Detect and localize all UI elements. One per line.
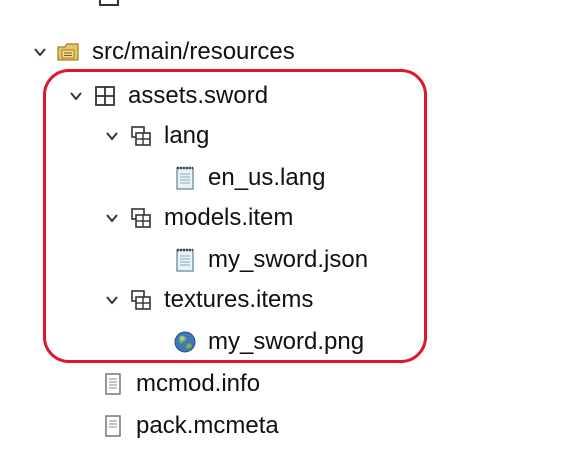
project-explorer-tree: src/main/resources assets.sword lang en_… [0, 0, 579, 458]
package-icon [92, 83, 118, 109]
chevron-down-icon[interactable] [66, 86, 86, 106]
tree-item-my-sword-json[interactable]: my_sword.json [172, 240, 368, 280]
tree-item-models-item[interactable]: models.item [102, 198, 293, 238]
source-folder-icon [56, 39, 82, 65]
tree-item-label: my_sword.json [208, 246, 369, 273]
package-icon [128, 205, 154, 231]
tree-item-label: pack.mcmeta [136, 412, 279, 439]
cut-off-row-above [0, 0, 579, 24]
tree-item-mcmod-info[interactable]: mcmod.info [100, 364, 260, 404]
tree-item-label: en_us.lang [208, 164, 326, 191]
chevron-down-icon[interactable] [102, 126, 122, 146]
tree-row-partial[interactable] [96, 0, 132, 16]
package-icon [128, 287, 154, 313]
tree-item-lang[interactable]: lang [102, 116, 209, 156]
tree-item-label: my_sword.png [208, 328, 365, 355]
text-file-icon [172, 165, 198, 191]
tree-item-label: assets.sword [128, 82, 269, 109]
tree-item-label: models.item [164, 204, 294, 231]
tree-item-label: src/main/resources [92, 38, 295, 65]
file-icon [100, 371, 126, 397]
globe-icon [172, 329, 198, 355]
chevron-down-icon[interactable] [102, 290, 122, 310]
package-icon [96, 0, 122, 9]
tree-item-my-sword-png[interactable]: my_sword.png [172, 322, 364, 362]
chevron-down-icon[interactable] [30, 42, 50, 62]
tree-item-label: textures.items [164, 286, 314, 313]
tree-item-label: lang [164, 122, 210, 149]
cut-off-row-below: pack.mcmeta [0, 412, 579, 458]
chevron-down-icon[interactable] [102, 208, 122, 228]
tree-item-src-main-resources[interactable]: src/main/resources [30, 32, 295, 72]
tree-item-assets-sword[interactable]: assets.sword [66, 76, 268, 116]
package-icon [128, 123, 154, 149]
file-icon [100, 413, 126, 439]
tree-item-en-us-lang[interactable]: en_us.lang [172, 158, 325, 198]
tree-item-textures-items[interactable]: textures.items [102, 280, 313, 320]
text-file-icon [172, 247, 198, 273]
tree-item-label: mcmod.info [136, 370, 261, 397]
tree-item-pack-mcmeta[interactable]: pack.mcmeta [100, 412, 279, 446]
